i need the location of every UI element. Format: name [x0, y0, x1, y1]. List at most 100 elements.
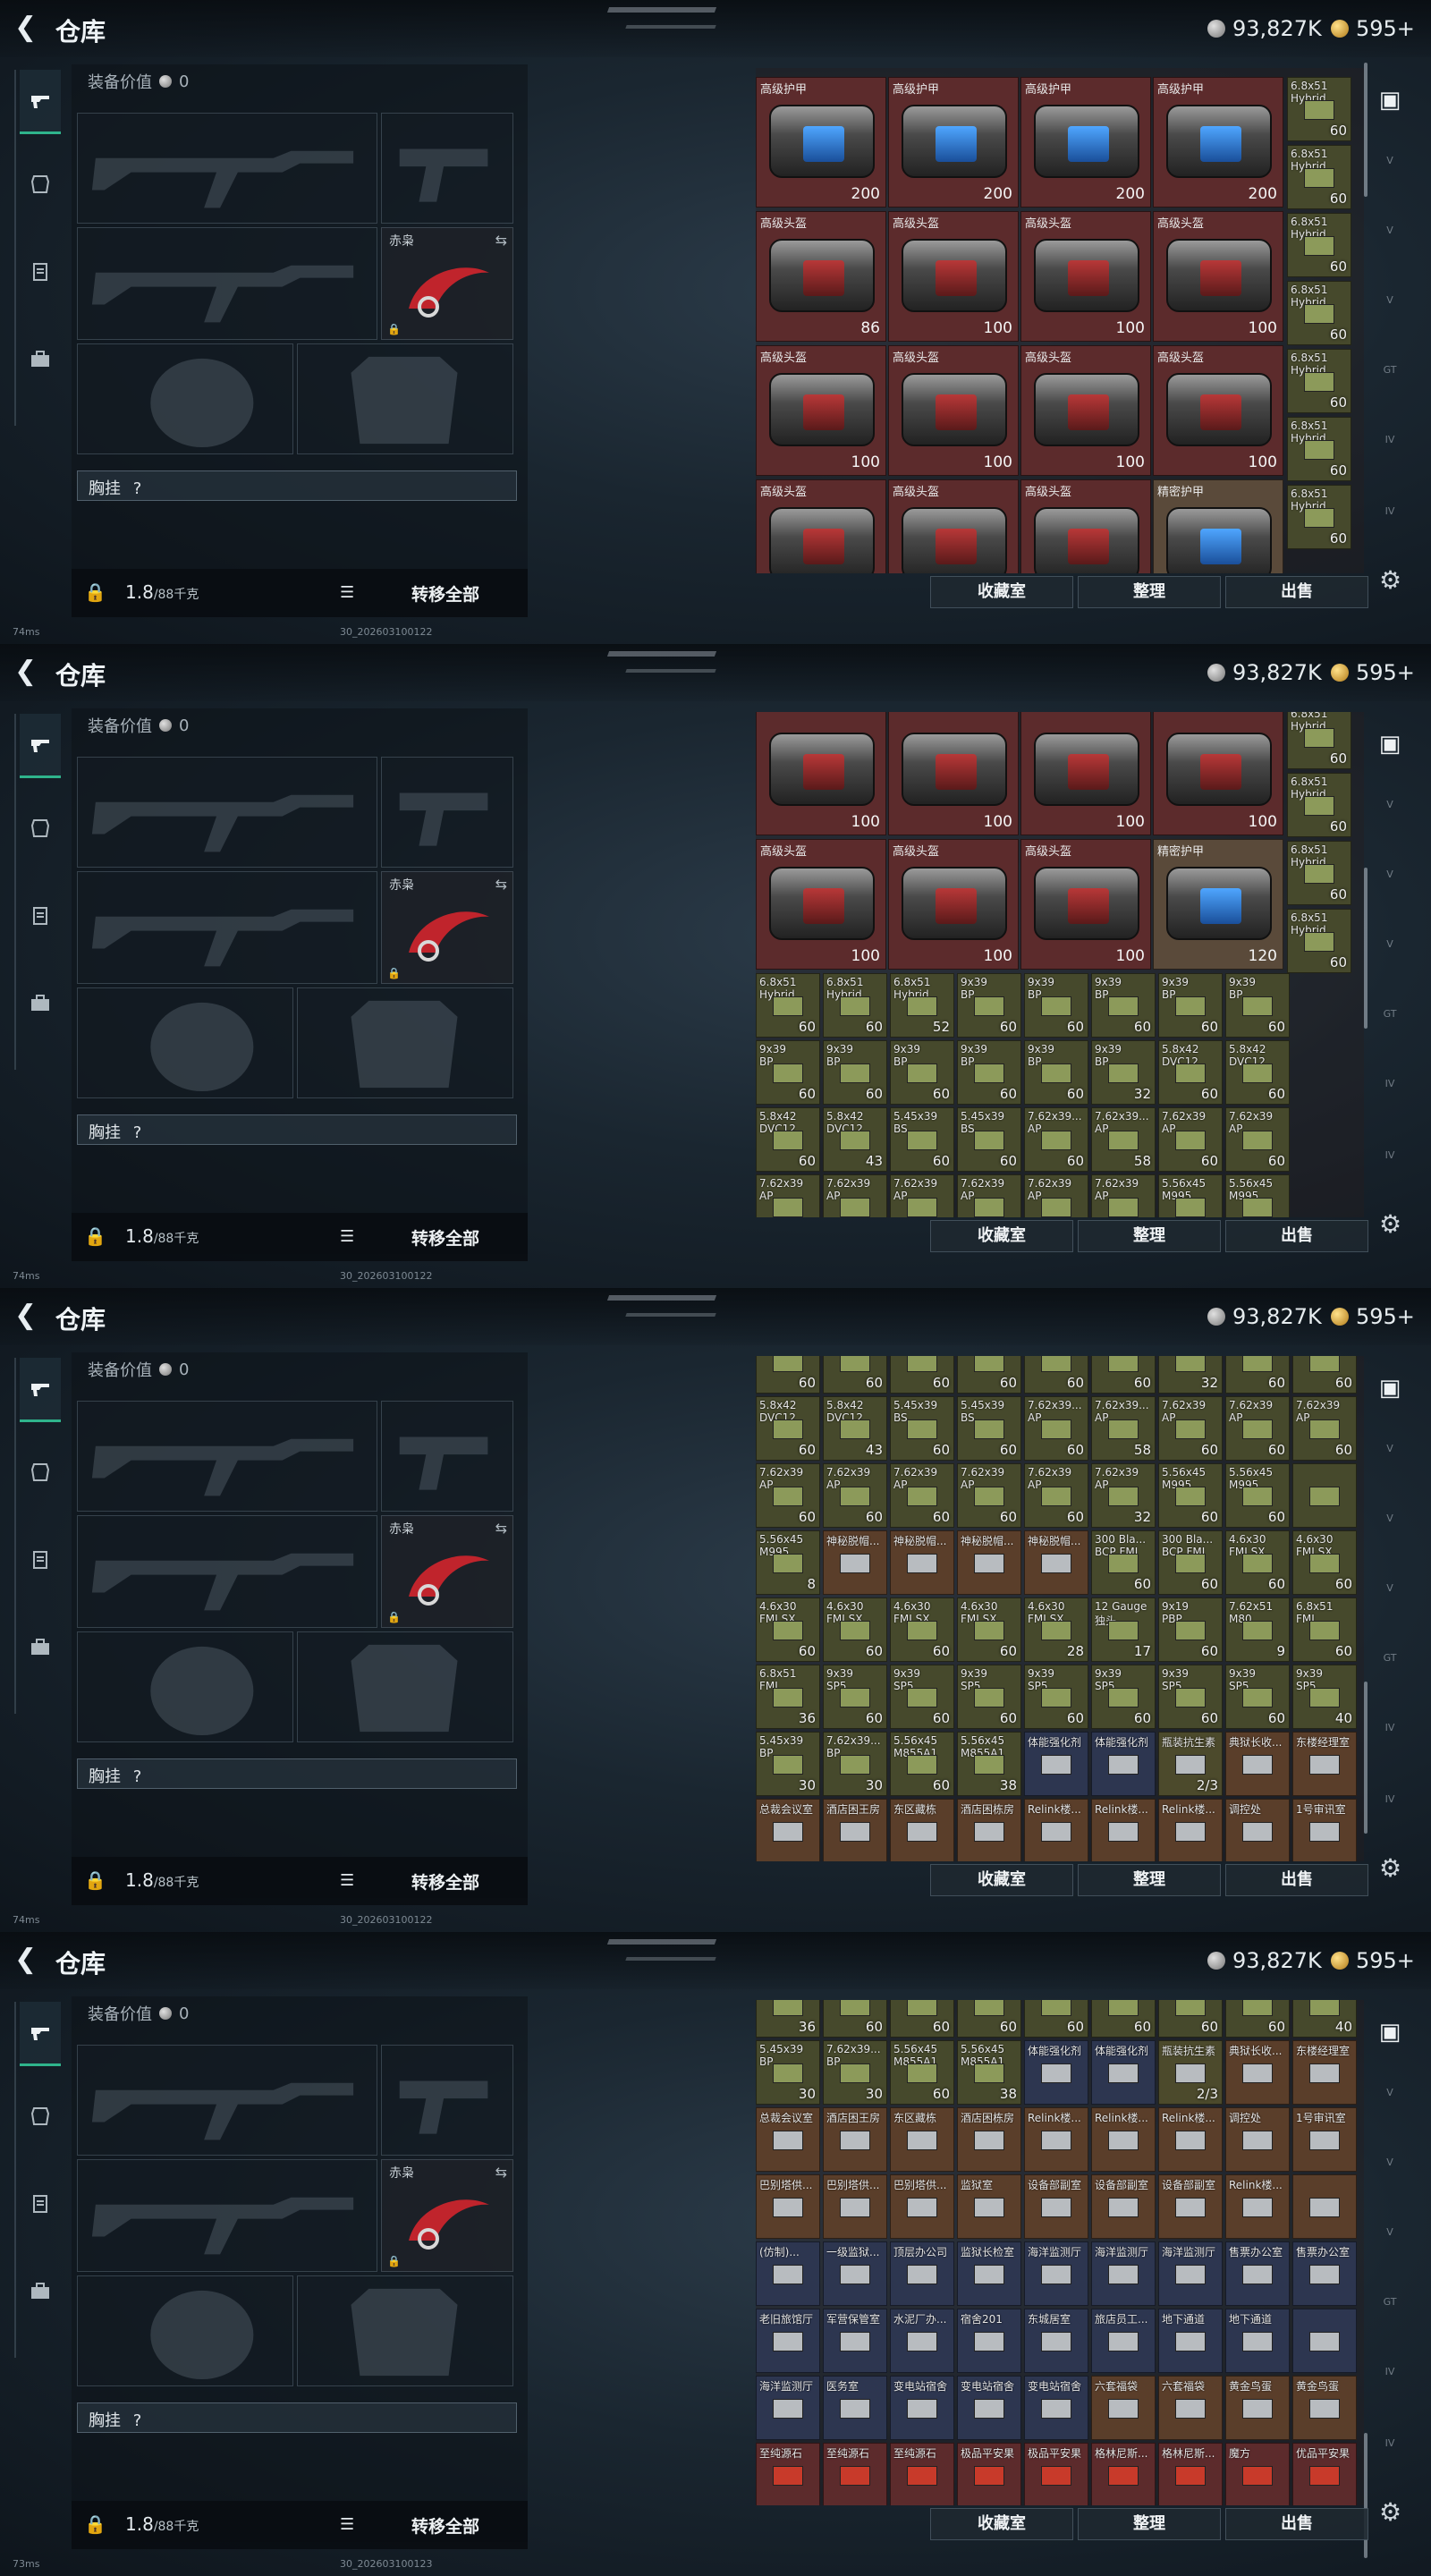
stash-item[interactable]: 设备部副室	[1024, 2174, 1088, 2239]
tab-rig[interactable]	[20, 884, 61, 948]
sell-button[interactable]: 出售	[1225, 1220, 1368, 1252]
stash-item[interactable]: 体能强化剂	[1024, 1732, 1088, 1796]
stash-item[interactable]: 旅店员工...	[1091, 2309, 1156, 2373]
pistol-slot[interactable]	[381, 1401, 513, 1512]
tab-weapons[interactable]	[20, 1358, 61, 1422]
stash-item[interactable]: 监狱室	[957, 2174, 1021, 2239]
stash-item[interactable]: 9x39 BP 60	[957, 973, 1021, 1038]
melee-slot[interactable]: 赤枭 ⇆ 🔒	[381, 1515, 513, 1628]
pistol-slot[interactable]	[381, 2045, 513, 2156]
stash-item[interactable]: 格林尼斯...	[1158, 2443, 1223, 2505]
stash-item[interactable]: 5.8x42 DVC12 60	[756, 1107, 820, 1172]
stash-item[interactable]: 60	[957, 2000, 1021, 2038]
stash-item[interactable]: 300 Bla... BCP FMJ 60	[1158, 1530, 1223, 1595]
stash-item-large[interactable]: 精密护甲 120	[1153, 839, 1283, 970]
stash-item[interactable]: 9x39 BP 60	[823, 1040, 887, 1105]
stash-item[interactable]: 神秘脱帽...	[890, 1530, 954, 1595]
stash-item[interactable]: 酒店困王房	[823, 1799, 887, 1861]
stash-item[interactable]: 9x39 BP 32	[1091, 1040, 1156, 1105]
stash-item[interactable]: 典狱长收...	[1225, 1732, 1290, 1796]
stash-page-tab[interactable]: V	[1370, 2213, 1410, 2252]
gold-balance[interactable]: 595+	[1331, 1948, 1415, 1973]
stash-item-large[interactable]: 高级头盔 100	[1020, 839, 1151, 970]
stash-item[interactable]: 12 Gauge 独头 17	[1091, 1597, 1156, 1662]
stash-item[interactable]: 5.56x45M99560	[1158, 1463, 1223, 1528]
body-armor-slot[interactable]	[297, 1631, 513, 1742]
stash-item[interactable]: 瓶装抗生素 2/3	[1158, 1732, 1223, 1796]
stash-item[interactable]: 9x39 SP5 60	[957, 1665, 1021, 1729]
stash-item[interactable]: 总裁会议室	[756, 1799, 820, 1861]
stash-item-large[interactable]: 高级头盔 100	[1153, 345, 1283, 476]
stash-page-tab[interactable]: GT	[1370, 2283, 1410, 2322]
stash-item[interactable]: 军营保管室	[823, 2309, 887, 2373]
tab-armor[interactable]	[20, 152, 61, 216]
stash-item-large[interactable]: 高级护甲 200	[1153, 77, 1283, 208]
stash-page-tab[interactable]: V	[1370, 281, 1410, 320]
stash-item[interactable]: Relink楼...	[1158, 1799, 1223, 1861]
stash-page-tab[interactable]: IV	[1370, 492, 1410, 531]
stash-item[interactable]: 60	[1091, 2000, 1156, 2038]
stash-item[interactable]: 黄金鸟蛋	[1225, 2376, 1290, 2440]
body-armor-slot[interactable]	[297, 987, 513, 1098]
stash-item-large[interactable]: 高级头盔 100	[756, 345, 886, 476]
stash-item[interactable]: 东楼经理室	[1292, 1732, 1357, 1796]
stash-item[interactable]: 7.62x39AP60	[823, 1463, 887, 1528]
stash-item[interactable]: 7.62x39AP32	[1091, 1463, 1156, 1528]
body-armor-slot[interactable]	[297, 343, 513, 454]
tab-rig[interactable]	[20, 1528, 61, 1592]
stash-item[interactable]: 7.62x39... AP 58	[1091, 1396, 1156, 1461]
stash-item[interactable]: 7.62x39... AP 60	[1024, 1107, 1088, 1172]
silver-balance[interactable]: 93,827K	[1207, 16, 1322, 41]
stash-item[interactable]: 5.8x42 DVC12 60	[1225, 1040, 1290, 1105]
stash-item[interactable]: 7.62x39AP60	[1158, 1396, 1223, 1461]
stash-item[interactable]: 60	[890, 1356, 954, 1394]
stash-item[interactable]: 调控处	[1225, 2107, 1290, 2172]
stash-item[interactable]: 60	[1024, 2000, 1088, 2038]
stash-item[interactable]: 9x39 BP 60	[957, 1040, 1021, 1105]
stash-page-tab[interactable]: IV	[1370, 2424, 1410, 2463]
tab-backpack[interactable]	[20, 971, 61, 1036]
stash-item[interactable]: 设备部副室	[1091, 2174, 1156, 2239]
stash-item[interactable]: 巴别塔供...	[756, 2174, 820, 2239]
stash-item-large[interactable]: 高级护甲 200	[888, 77, 1019, 208]
silver-balance[interactable]: 93,827K	[1207, 1948, 1322, 1973]
stash-page-tab[interactable]: IV	[1370, 420, 1410, 460]
stash-item[interactable]: 7.62x39... AP 58	[1091, 1107, 1156, 1172]
tab-backpack[interactable]	[20, 327, 61, 392]
stash-item[interactable]: 格林尼斯...	[1091, 2443, 1156, 2505]
stash-item[interactable]: 9x39 BP 60	[1225, 973, 1290, 1038]
tab-rig[interactable]	[20, 240, 61, 304]
stash-item[interactable]: (仿制)...	[756, 2241, 820, 2306]
stash-item[interactable]: 老旧旅馆厅	[756, 2309, 820, 2373]
stash-item[interactable]: 7.62x51 M80 9	[1225, 1597, 1290, 1662]
stash-item[interactable]: 60	[1024, 1356, 1088, 1394]
stash-item[interactable]: 7.62x39AP60	[957, 1174, 1021, 1217]
settings-gear-icon[interactable]: ⚙	[1379, 565, 1401, 595]
sell-button[interactable]: 出售	[1225, 1864, 1368, 1896]
back-arrow-icon[interactable]: ❮	[14, 657, 41, 687]
tab-armor[interactable]	[20, 1440, 61, 1504]
stash-item[interactable]: 地下通道	[1225, 2309, 1290, 2373]
stash-item[interactable]: 9x39 BP 60	[1024, 973, 1088, 1038]
stash-item[interactable]: 一级监狱...	[823, 2241, 887, 2306]
sell-button[interactable]: 出售	[1225, 576, 1368, 608]
back-arrow-icon[interactable]: ❮	[14, 13, 41, 43]
stash-item[interactable]: 5.56x45 M855A1 38	[957, 2040, 1021, 2105]
stash-item[interactable]: 酒店困栋房	[957, 1799, 1021, 1861]
stash-item[interactable]: 设备部副室	[1158, 2174, 1223, 2239]
stash-page-tab[interactable]: GT	[1370, 351, 1410, 390]
stash-item[interactable]: 60	[756, 1356, 820, 1394]
stash-item-large[interactable]: 100	[756, 712, 886, 835]
list-icon[interactable]: ☰	[340, 1227, 354, 1246]
stash-item[interactable]: 5.56x45M99560	[1158, 1174, 1223, 1217]
collection-button[interactable]: 收藏室	[930, 2508, 1073, 2540]
stash-item[interactable]: 5.56x45 M855A1 60	[890, 1732, 954, 1796]
stash-item[interactable]: 4.6x30 FMJ SX 60	[1225, 1530, 1290, 1595]
stash-item[interactable]: 6.8x51 Hybrid 60	[1287, 773, 1351, 837]
stash-item[interactable]: 酒店困栋房	[957, 2107, 1021, 2172]
transfer-all-button[interactable]: 转移全部	[411, 1869, 479, 1894]
stash-item-large[interactable]: 高级头盔 100	[756, 839, 886, 970]
stash-page-active-icon[interactable]: ▣	[1370, 724, 1410, 764]
primary-weapon-slot[interactable]	[77, 1401, 377, 1512]
stash-page-tab[interactable]: V	[1370, 1429, 1410, 1469]
